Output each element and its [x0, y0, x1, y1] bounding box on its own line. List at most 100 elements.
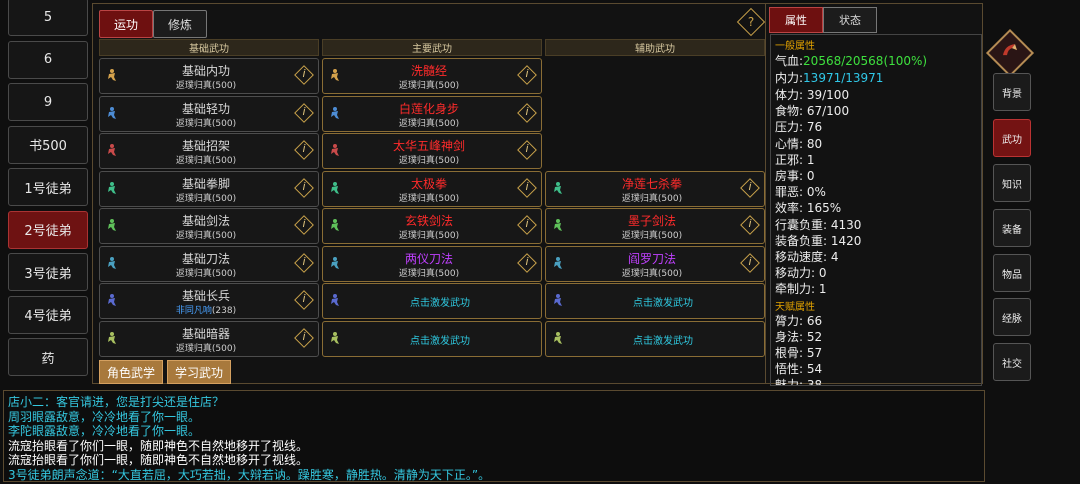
- activate-skill-slot[interactable]: 点击激发武功: [545, 320, 765, 357]
- skill-card[interactable]: 太华五峰神剑 返璞归真(500) i: [322, 133, 542, 169]
- tab-xiulian[interactable]: 修炼: [153, 10, 207, 38]
- hp-row: 气血:20568/20568(100%): [775, 54, 928, 68]
- skill-name: 太华五峰神剑: [392, 139, 465, 153]
- skill-card[interactable]: 基础轻功返璞归真(500) i: [99, 95, 319, 132]
- activate-skill-label: 点击激发武功: [410, 298, 470, 309]
- skill-level: 返璞归真(500): [175, 231, 237, 241]
- activate-skill-slot[interactable]: 点击激发武功: [545, 283, 765, 319]
- martial-figure-icon: [105, 181, 119, 195]
- skill-name: 洗髓经: [410, 64, 447, 78]
- skill-level: 返璞归真(500): [175, 81, 237, 91]
- martial-figure-icon: [551, 256, 565, 270]
- info-icon[interactable]: i: [740, 252, 760, 273]
- list-item[interactable]: 3号徒弟: [8, 253, 88, 291]
- list-item[interactable]: 9: [8, 83, 88, 121]
- martial-figure-icon: [551, 181, 565, 195]
- activate-skill-slot[interactable]: 点击激发武功: [322, 283, 542, 319]
- info-icon[interactable]: i: [517, 177, 537, 198]
- log-line: 3号徒弟朗声念道：“大直若屈，大巧若拙，大辩若讷。躁胜寒，静胜热。清静为天下正。…: [8, 467, 491, 482]
- list-item[interactable]: 4号徒弟: [8, 295, 88, 334]
- nav-item[interactable]: 物品: [993, 254, 1031, 292]
- column-header-aux: 辅助武功: [545, 39, 765, 56]
- list-item[interactable]: 2号徒弟: [8, 210, 88, 249]
- companion-list: 5 6 9 书500 1号徒弟 2号徒弟 3号徒弟 4号徒弟药: [0, 0, 92, 384]
- list-item[interactable]: 1号徒弟: [8, 168, 88, 206]
- activate-skill-slot[interactable]: 点击激发武功: [322, 320, 542, 357]
- list-item[interactable]: 6: [8, 40, 88, 79]
- nav-item[interactable]: 武功: [993, 119, 1031, 157]
- activate-skill-label: 点击激发武功: [410, 335, 470, 347]
- info-icon[interactable]: i: [740, 177, 760, 198]
- skill-card[interactable]: 玄铁剑法 返璞归真(500) i: [322, 208, 542, 244]
- info-icon[interactable]: i: [294, 215, 314, 235]
- info-icon[interactable]: i: [294, 102, 314, 123]
- info-icon[interactable]: i: [294, 252, 314, 273]
- info-icon[interactable]: i: [294, 290, 314, 310]
- martial-figure-icon: [105, 68, 119, 82]
- talent-row: 魅力: 38: [775, 378, 823, 386]
- skill-level: 返璞归真(500): [175, 118, 237, 129]
- skill-card[interactable]: 基础内功返璞归真(500) i: [99, 58, 319, 94]
- skill-card[interactable]: 洗髓经 返璞归真(500) i: [322, 58, 542, 94]
- nav-item[interactable]: 知识: [993, 164, 1031, 202]
- nav-item[interactable]: 经脉: [993, 298, 1031, 336]
- nav-item[interactable]: 社交: [993, 343, 1031, 381]
- info-icon[interactable]: i: [294, 140, 314, 160]
- martial-arts-panel: 运功 修炼 ? 基础武功 主要武功 辅助武功 基础内功 返璞归真(500) i 基础轻…: [92, 3, 767, 384]
- info-icon[interactable]: i: [517, 215, 537, 235]
- skill-card[interactable]: 白莲化身步 返璞归真(500) i: [322, 95, 542, 132]
- martial-figure-icon: [105, 331, 119, 345]
- tab-yungong[interactable]: 运功: [99, 10, 153, 38]
- info-icon[interactable]: i: [294, 327, 314, 348]
- info-icon[interactable]: i: [294, 65, 314, 85]
- list-item[interactable]: 5: [8, 0, 88, 36]
- martial-figure-icon: [328, 331, 342, 345]
- list-item[interactable]: 药: [8, 338, 88, 376]
- info-icon[interactable]: i: [740, 215, 760, 235]
- skill-name: 基础轻功: [181, 101, 230, 116]
- tab-attributes[interactable]: 属性: [769, 7, 823, 33]
- attribute-row: 移动力: 0: [775, 266, 827, 281]
- skill-card[interactable]: 太极拳 返璞归真(500) i: [322, 170, 542, 207]
- info-icon[interactable]: i: [517, 102, 537, 123]
- list-item[interactable]: 书500: [8, 125, 88, 164]
- martial-figure-icon: [551, 331, 565, 345]
- info-icon[interactable]: i: [517, 140, 537, 160]
- skill-name: 基础内功: [181, 64, 230, 78]
- martial-figure-icon: [105, 106, 119, 120]
- skill-card[interactable]: 基础拳脚 返璞归真(500) i: [99, 170, 319, 207]
- skill-card[interactable]: 两仪刀法 返璞归真(500) i: [322, 245, 542, 282]
- info-icon[interactable]: i: [294, 177, 314, 198]
- learn-skills-button[interactable]: 学习武功: [167, 360, 231, 384]
- role-skills-button[interactable]: 角色武学: [99, 360, 163, 384]
- skill-level: 返璞归真(500): [398, 193, 460, 204]
- martial-figure-icon: [105, 256, 119, 270]
- tab-status[interactable]: 状态: [823, 7, 877, 33]
- main-nav: 背景武功知识装备物品经脉社交: [985, 3, 1080, 384]
- skill-level: 返璞归真(500): [175, 193, 237, 204]
- help-icon[interactable]: ?: [736, 7, 766, 37]
- skill-card[interactable]: 墨子剑法 返璞归真(500) i: [545, 208, 765, 244]
- martial-figure-icon: [105, 143, 119, 157]
- skill-card[interactable]: 基础暗器 返璞归真(500) i: [99, 320, 319, 357]
- skill-name: 基础刀法: [181, 251, 230, 266]
- martial-figure-icon: [551, 293, 565, 307]
- martial-figure-icon: [328, 218, 342, 232]
- talent-row: 身法: 52: [775, 329, 823, 344]
- skill-card[interactable]: 基础刀法 返璞归真(500) i: [99, 245, 319, 282]
- skill-level: 返璞归真(500): [398, 268, 460, 279]
- nav-item[interactable]: 背景: [993, 73, 1031, 111]
- skill-level: 非同凡响(238): [175, 306, 237, 316]
- skill-card[interactable]: 基础长兵 非同凡响(238) i: [99, 283, 319, 319]
- skill-card[interactable]: 阎罗刀法 返璞归真(500) i: [545, 245, 765, 282]
- skill-card[interactable]: 基础招架 返璞归真(500) i: [99, 133, 319, 169]
- skill-card[interactable]: 基础剑法 返璞归真(500) i: [99, 208, 319, 244]
- attribute-row: 正邪: 1: [775, 152, 815, 167]
- attribute-panel: 属性 状态 一般属性 气血:20568/20568(100%) 内力:13971…: [765, 3, 983, 386]
- skill-card[interactable]: 净莲七杀拳 返璞归真(500) i: [545, 170, 765, 207]
- nav-item[interactable]: 装备: [993, 209, 1031, 247]
- skill-name: 基础招架: [181, 139, 230, 153]
- game-logo-icon[interactable]: [985, 28, 1035, 78]
- info-icon[interactable]: i: [517, 252, 537, 273]
- info-icon[interactable]: i: [517, 65, 537, 85]
